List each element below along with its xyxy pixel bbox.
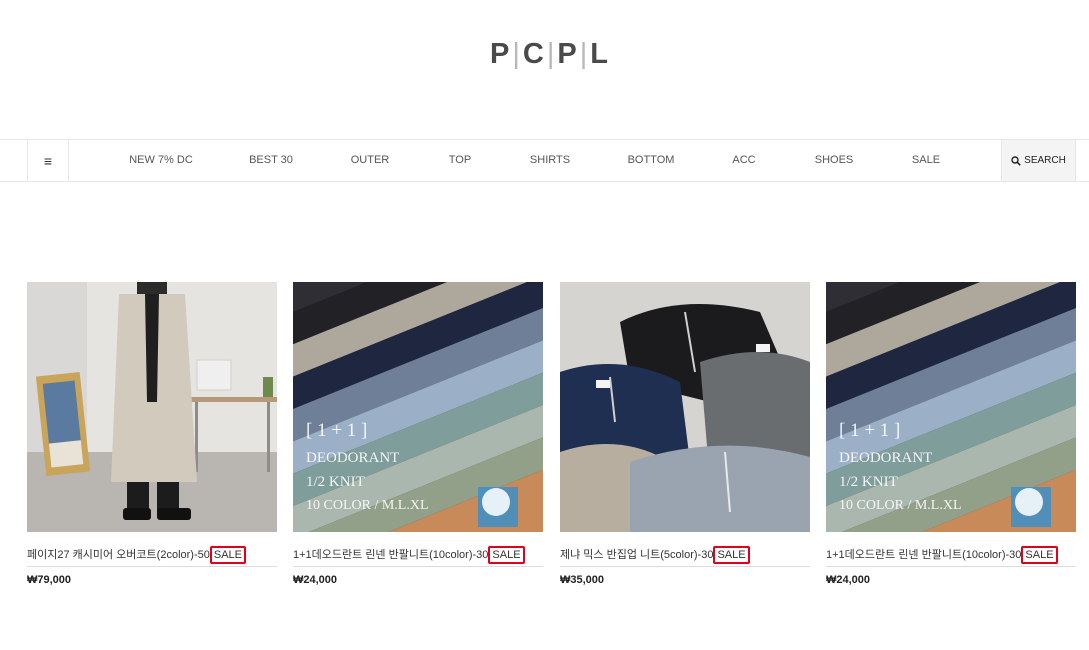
nav-item-new[interactable]: NEW 7% DC [129, 140, 193, 181]
nav-item-shirts[interactable]: SHIRTS [530, 140, 570, 181]
product-price: ₩24,000 [293, 574, 338, 586]
overlay-line: [ 1 + 1 ] [839, 420, 901, 441]
product-name[interactable]: 1+1데오드란트 린넨 반팔니트(10color)-30 SALE [826, 546, 1076, 564]
search-button[interactable]: SEARCH [1001, 140, 1076, 181]
hamburger-icon: ≡ [43, 152, 53, 169]
nav-item-shoes[interactable]: SHOES [815, 140, 854, 181]
product-image[interactable]: [ 1 + 1 ] DEODORANT 1/2 KNIT 10 COLOR / … [826, 282, 1076, 532]
logo-divider: | [579, 38, 590, 70]
nav-item-bottom[interactable]: BOTTOM [628, 140, 675, 181]
product-name[interactable]: 제냐 믹스 반집업 니트(5color)-30 SALE [560, 546, 810, 564]
product-name-text: 제냐 믹스 반집업 니트(5color)-30 [560, 549, 714, 561]
logo-divider: | [546, 38, 557, 70]
divider [560, 566, 810, 567]
product-card: [ 1 + 1 ] DEODORANT 1/2 KNIT 10 COLOR / … [826, 282, 1076, 586]
site-logo[interactable]: P|C|P|L [490, 38, 610, 71]
nav-item-outer[interactable]: OUTER [351, 140, 390, 181]
divider [27, 566, 277, 567]
nav-item-top[interactable]: TOP [449, 140, 471, 181]
divider [293, 566, 543, 567]
product-name-text: 1+1데오드란트 린넨 반팔니트(10color)-30 [826, 549, 1022, 561]
sale-badge: SALE [488, 546, 525, 564]
product-card: 제냐 믹스 반집업 니트(5color)-30 SALE ₩35,000 [560, 282, 810, 586]
product-price: ₩24,000 [826, 574, 871, 586]
nav-item-best[interactable]: BEST 30 [249, 140, 293, 181]
product-name-text: 1+1데오드란트 린넨 반팔니트(10color)-30 [293, 549, 489, 561]
sale-badge: SALE [1021, 546, 1058, 564]
logo-letter: L [590, 38, 610, 70]
menu-button[interactable]: ≡ [27, 140, 69, 181]
product-price: ₩35,000 [560, 574, 605, 586]
search-icon [1011, 155, 1021, 166]
overlay-line: 10 COLOR / M.L.XL [306, 498, 429, 513]
product-image[interactable] [560, 282, 810, 532]
product-price: ₩79,000 [27, 574, 72, 586]
sale-badge: SALE [713, 546, 750, 564]
overlay-line: 1/2 KNIT [839, 474, 898, 490]
product-name[interactable]: 페이지27 캐시미어 오버코트(2color)-50 SALE [27, 546, 277, 564]
product-name-text: 페이지27 캐시미어 오버코트(2color)-50 [27, 549, 210, 561]
product-image[interactable]: [ 1 + 1 ] DEODORANT 1/2 KNIT 10 COLOR / … [293, 282, 543, 532]
product-name[interactable]: 1+1데오드란트 린넨 반팔니트(10color)-30 SALE [293, 546, 543, 564]
overlay-line: 1/2 KNIT [306, 474, 365, 490]
search-label: SEARCH [1024, 155, 1066, 166]
nav-item-sale[interactable]: SALE [912, 140, 940, 181]
sale-badge: SALE [209, 546, 246, 564]
product-card: [ 1 + 1 ] DEODORANT 1/2 KNIT 10 COLOR / … [293, 282, 543, 586]
overlay-line: [ 1 + 1 ] [306, 420, 368, 441]
header: P|C|P|L [0, 0, 1089, 139]
logo-divider: | [512, 38, 522, 70]
product-image[interactable] [27, 282, 277, 532]
main-nav: ≡ NEW 7% DC BEST 30 OUTER TOP SHIRTS BOT… [0, 139, 1089, 182]
nav-item-acc[interactable]: ACC [732, 140, 755, 181]
product-card: 페이지27 캐시미어 오버코트(2color)-50 SALE ₩79,000 [27, 282, 277, 586]
logo-letter: P [490, 38, 512, 70]
logo-letter: C [522, 38, 546, 70]
overlay-line: 10 COLOR / M.L.XL [839, 498, 962, 513]
logo-letter: P [557, 38, 579, 70]
overlay-line: DEODORANT [839, 450, 933, 466]
divider [826, 566, 1076, 567]
overlay-line: DEODORANT [306, 450, 400, 466]
